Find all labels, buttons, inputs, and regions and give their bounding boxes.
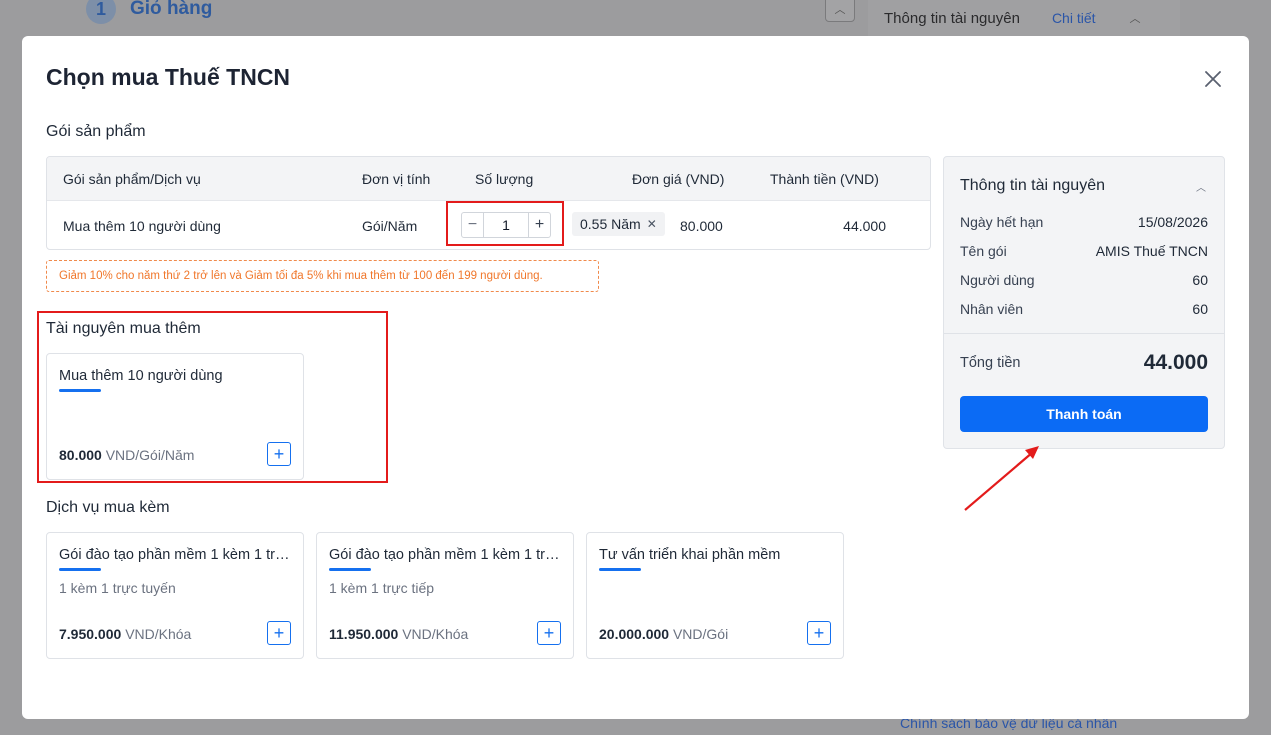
step-label: Giỏ hàng [130,0,213,19]
minus-icon[interactable]: − [462,213,484,237]
header-unit-price: Đơn giá (VND) [632,170,725,187]
row-service: Mua thêm 10 người dùng [63,217,221,234]
header-service: Gói sản phẩm/Dịch vụ [63,170,201,187]
header-unit: Đơn vị tính [362,170,431,187]
summary-row-package: Tên gói AMIS Thuế TNCN [960,243,1208,259]
remove-icon[interactable]: ✕ [647,217,657,231]
checkout-step: 1 Giỏ hàng [86,0,212,24]
total-value: 44.000 [1143,351,1208,374]
table-header: Gói sản phẩm/Dịch vụ Đơn vị tính Số lượn… [47,157,930,201]
card-underline [59,568,101,571]
annotation-arrow [964,446,1039,511]
row-unit-price: 80.000 [680,217,723,234]
add-icon[interactable]: + [537,621,561,645]
resource-card: Mua thêm 10 người dùng 80.000 VND/Gói/Nă… [46,353,304,480]
total-label: Tổng tiền [960,355,1021,371]
step-number: 1 [86,0,116,24]
duration-value: 0.55 Năm [580,216,641,232]
add-icon[interactable]: + [267,621,291,645]
card-subtitle: 1 kèm 1 trực tuyến [59,580,176,596]
summary-row-expiry: Ngày hết hạn 15/08/2026 [960,214,1208,230]
card-title: Mua thêm 10 người dùng [59,368,223,384]
card-underline [329,568,371,571]
close-icon[interactable] [1202,68,1224,90]
add-icon[interactable]: + [807,621,831,645]
plus-icon[interactable]: + [528,213,550,237]
card-underline [59,389,101,392]
row-unit: Gói/Năm [362,217,418,234]
service-card: Tư vấn triển khai phần mềm 20.000.000 VN… [586,532,844,659]
product-section-label: Gói sản phẩm [46,123,146,140]
background-panel-title: Thông tin tài nguyên [884,9,1020,27]
quantity-stepper: − + [461,212,551,238]
divider [944,333,1224,334]
card-subtitle: 1 kèm 1 trực tiếp [329,580,435,596]
card-title: Tư vấn triển khai phần mềm [599,547,781,563]
card-price: 7.950.000 VND/Khóa [59,626,192,642]
row-total: 44.000 [843,217,886,234]
chevron-up-icon: ︿ [1129,13,1141,25]
background-detail-link: Chi tiết [1051,10,1096,26]
summary-row-employees: Nhân viên 60 [960,301,1208,317]
pay-button[interactable]: Thanh toán [960,396,1208,432]
summary-row-users: Người dùng 60 [960,272,1208,288]
service-card: Gói đào tạo phần mềm 1 kèm 1 trực tuyến … [46,532,304,659]
summary-title: Thông tin tài nguyên [960,177,1105,194]
header-total: Thành tiền (VND) [770,170,879,187]
extra-resources-label: Tài nguyên mua thêm [46,320,201,337]
quantity-input[interactable] [484,213,528,237]
card-price: 20.000.000 VND/Gói [599,626,729,642]
card-price: 11.950.000 VND/Khóa [329,626,469,642]
addon-services-label: Dịch vụ mua kèm [46,499,170,516]
card-underline [599,568,641,571]
promo-banner: Giảm 10% cho năm thứ 2 trở lên và Giảm t… [46,260,599,292]
card-title: Gói đào tạo phần mềm 1 kèm 1 trực tiếp [329,547,561,563]
total-row: Tổng tiền 44.000 [960,351,1208,375]
chevron-up-icon[interactable]: ︿ [1196,179,1206,194]
chevron-up-icon: ︿ [825,0,855,22]
purchase-modal: Chọn mua Thuế TNCN Gói sản phẩm Gói sản … [22,36,1249,719]
card-price: 80.000 VND/Gói/Năm [59,447,195,463]
header-quantity: Số lượng [475,170,534,187]
add-icon[interactable]: + [267,442,291,466]
card-title: Gói đào tạo phần mềm 1 kèm 1 trực tuyến [59,547,291,563]
duration-chip[interactable]: 0.55 Năm ✕ [572,212,665,236]
background-resource-panel: Thông tin tài nguyên Chi tiết ︿ [868,0,1180,36]
quantity-highlight-box: − + [446,201,564,246]
service-card: Gói đào tạo phần mềm 1 kèm 1 trực tiếp 1… [316,532,574,659]
resource-summary-panel: Thông tin tài nguyên ︿ Ngày hết hạn 15/08… [943,156,1225,449]
modal-title: Chọn mua Thuế TNCN [46,64,291,90]
